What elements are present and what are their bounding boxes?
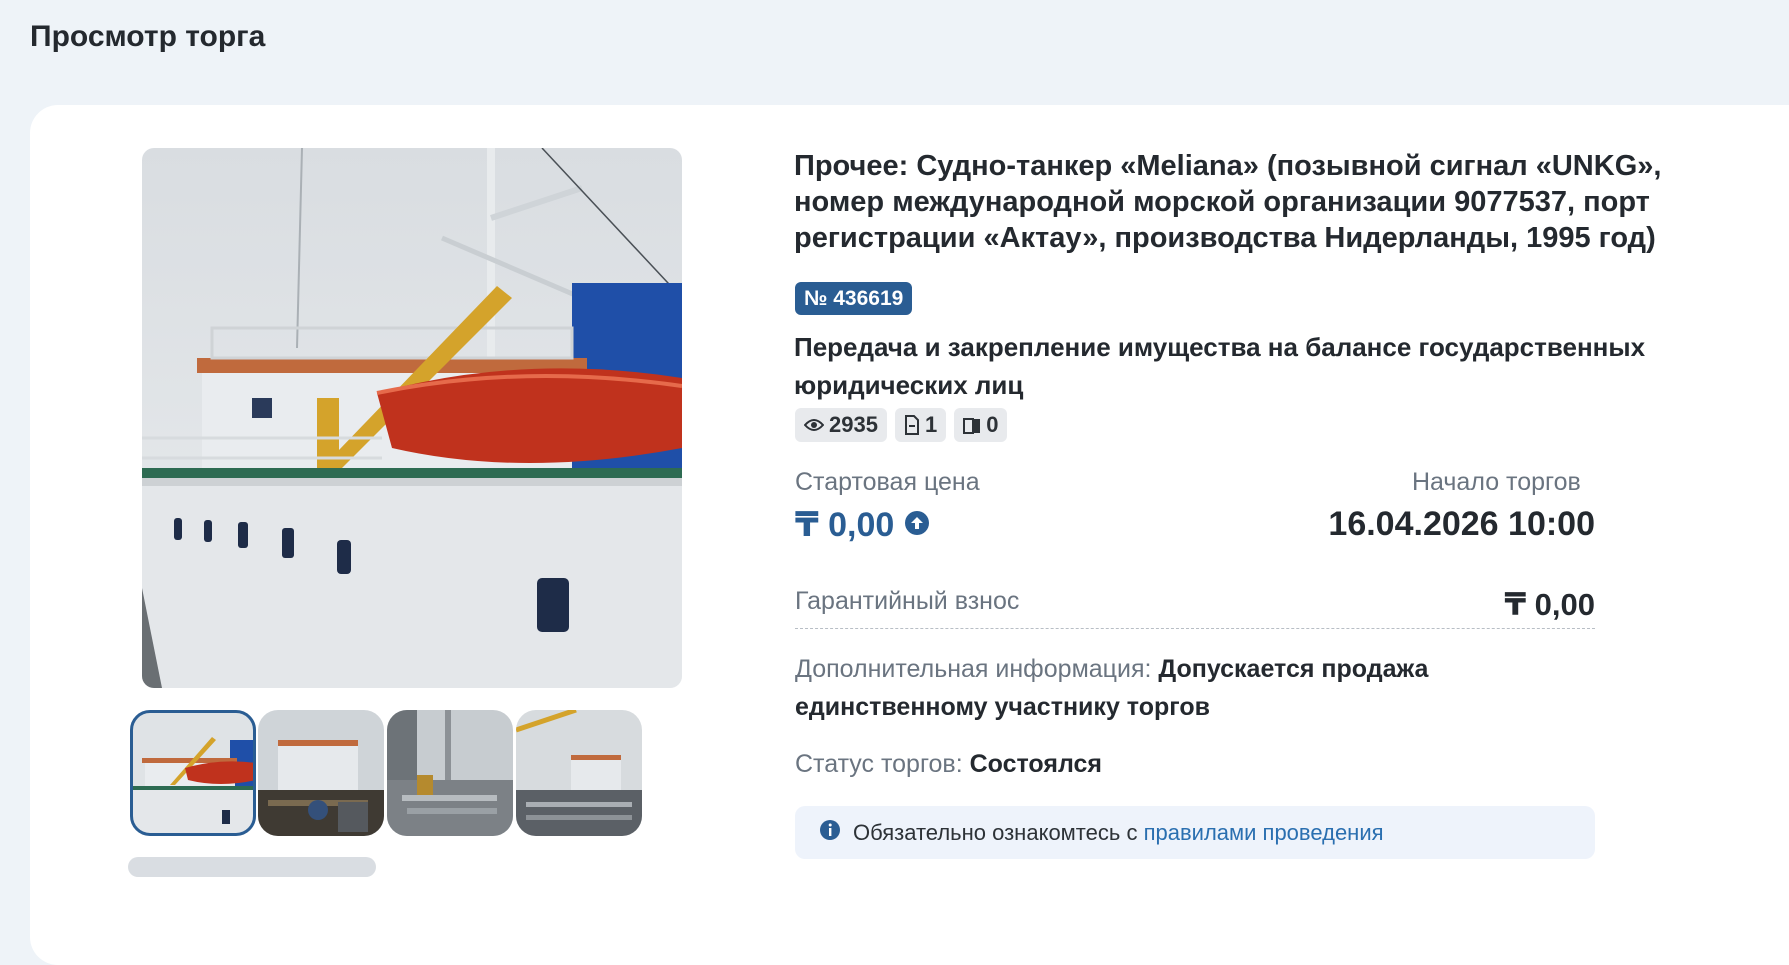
start-price: ₸ 0,00 [795, 505, 930, 545]
document-icon [904, 415, 920, 435]
start-price-value: ₸ 0,00 [795, 506, 895, 544]
views-count: 2935 [829, 412, 878, 437]
bids-counter: 0 [954, 408, 1008, 442]
start-time-value: 16.04.2026 10:00 [1328, 505, 1595, 543]
deposit-label: Гарантийный взнос [795, 587, 1020, 615]
extra-info-label: Дополнительная информация: [795, 655, 1152, 683]
deposit-row: Гарантийный взнос ₸ 0,00 [795, 583, 1595, 629]
main-photo[interactable] [142, 148, 682, 688]
extra-info: Дополнительная информация: Допускается п… [795, 650, 1555, 726]
rules-link[interactable]: правилами проведения [1144, 820, 1384, 845]
page-title: Просмотр торга [30, 20, 266, 53]
bid-icon [963, 416, 981, 434]
info-icon [819, 819, 841, 847]
thumbnail-3[interactable] [387, 710, 513, 836]
auction-status: Статус торгов: Состоялся [795, 750, 1102, 779]
thumbnail-2[interactable] [258, 710, 384, 836]
lot-number-badge: № 436619 [795, 282, 913, 315]
stats-row: 2935 1 0 [795, 408, 1008, 442]
thumbnail-1[interactable] [130, 710, 256, 836]
deposit-value: ₸ 0,00 [1504, 587, 1595, 622]
lot-title: Прочее: Судно-танкер «Meliana» (позывной… [794, 150, 1662, 254]
eye-icon [804, 418, 824, 432]
notice-text: Обязательно ознакомтесь с [853, 819, 1138, 845]
documents-counter: 1 [894, 408, 947, 442]
status-value: Состоялся [969, 750, 1102, 778]
start-time-label: Начало торгов [1412, 468, 1581, 496]
status-label: Статус торгов: [795, 750, 963, 778]
views-counter: 2935 [795, 408, 887, 442]
arrow-up-circle-icon [904, 506, 930, 545]
documents-count: 1 [924, 412, 938, 437]
rules-notice: Обязательно ознакомтесь с правилами пров… [795, 806, 1595, 859]
thumbnail-4[interactable] [516, 710, 642, 836]
thumbnail-scrollbar[interactable] [128, 857, 376, 877]
bids-count: 0 [986, 412, 999, 437]
thumbnail-strip [128, 708, 698, 838]
start-price-label: Стартовая цена [795, 468, 980, 496]
lot-type: Передача и закрепление имущества на бала… [794, 332, 1646, 400]
